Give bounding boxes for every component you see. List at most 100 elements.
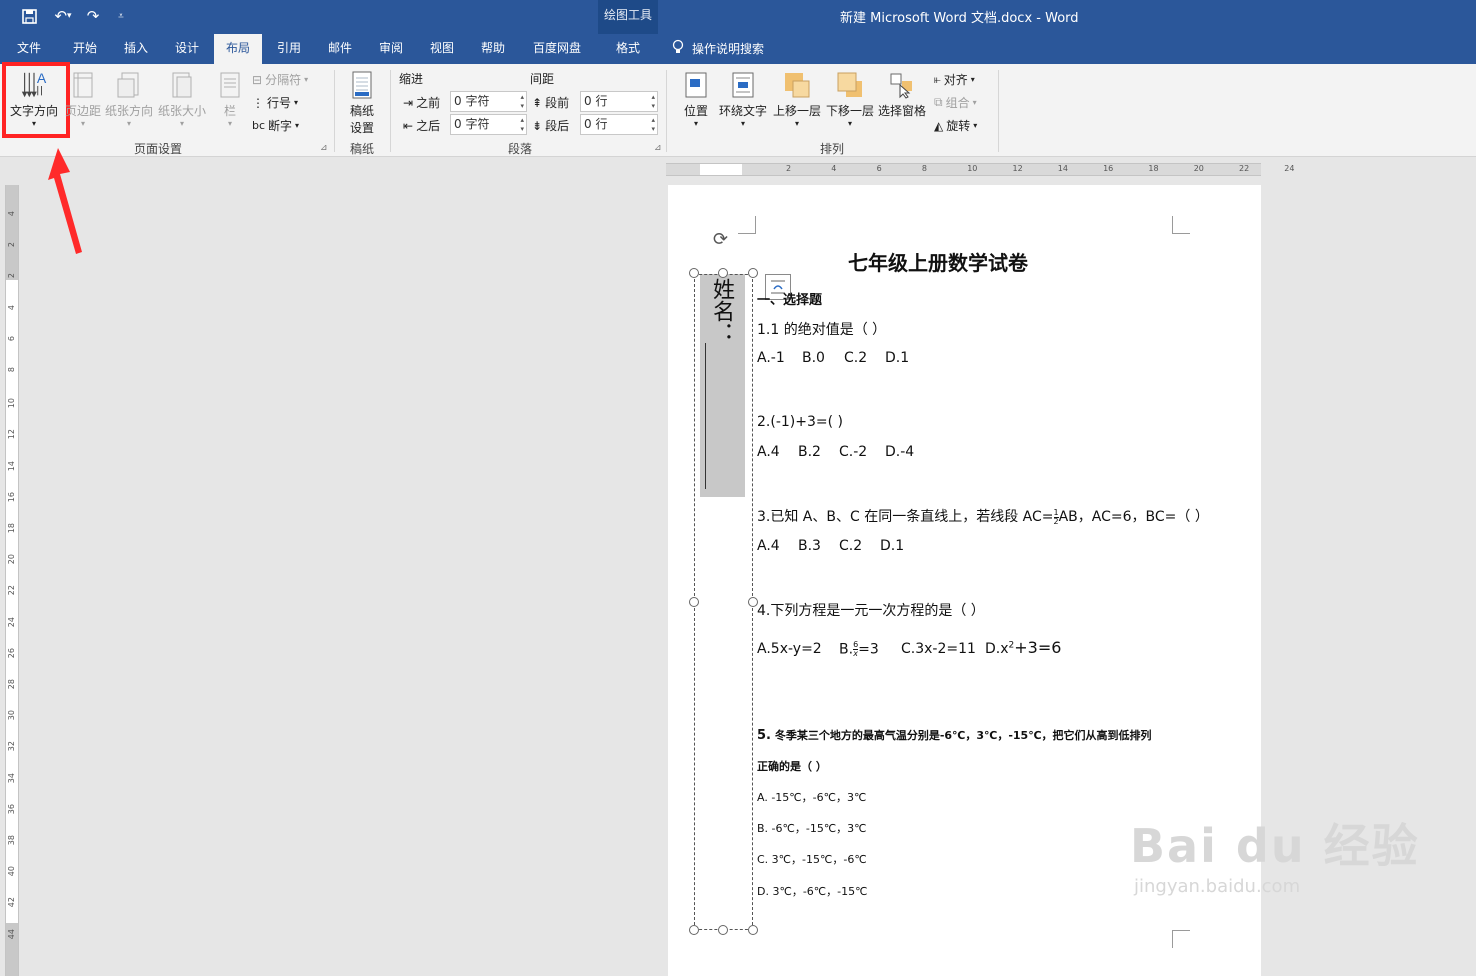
customize-qat-icon[interactable]: ⩡	[112, 6, 130, 26]
ruler-indent-area	[700, 164, 742, 175]
lightbulb-icon	[672, 39, 684, 58]
ruler-tick-label: 8	[7, 367, 16, 373]
breaks-button[interactable]: ⊟ 分隔符 ▾	[252, 71, 308, 88]
paragraph-group-label: 段落	[507, 142, 532, 156]
q3-option-b: B.3	[798, 538, 821, 554]
resize-handle[interactable]	[748, 268, 758, 278]
tab-insert[interactable]: 插入	[112, 34, 160, 64]
resize-handle[interactable]	[689, 597, 699, 607]
context-group-label: 绘图工具	[603, 8, 652, 22]
manuscript-label-line1: 稿纸	[349, 104, 374, 118]
group-button[interactable]: ⧉ 组合 ▾	[934, 94, 977, 111]
orientation-icon	[114, 68, 144, 102]
dialog-launcher-icon[interactable]: ⊿	[320, 143, 328, 153]
chevron-down-icon: ▾	[794, 119, 799, 128]
resize-handle[interactable]	[689, 268, 699, 278]
orientation-button[interactable]: 纸张方向 ▾	[104, 68, 154, 128]
hyphenation-label: 断字	[268, 119, 293, 133]
vertical-ruler[interactable]: 4 2 2 4 6 8 10 12 14 16 18 20 22 24 26 28 30 32 34 36 38 40 42…	[5, 185, 19, 976]
tab-baidu-netdisk[interactable]: 百度网盘	[522, 34, 592, 64]
resize-handle[interactable]	[718, 268, 728, 278]
indent-left-input[interactable]: 0 字符	[450, 91, 527, 112]
ruler-tick-label: 16	[7, 491, 16, 502]
chevron-down-icon: ▾	[693, 119, 698, 128]
breaks-icon: ⊟	[252, 72, 263, 87]
resize-handle[interactable]	[748, 925, 758, 935]
redo-icon[interactable]: ↷	[82, 6, 104, 26]
resize-handle[interactable]	[718, 925, 728, 935]
selection-pane-button[interactable]: 选择窗格	[876, 68, 928, 119]
save-icon[interactable]	[18, 6, 40, 26]
tab-home[interactable]: 开始	[60, 34, 110, 64]
undo-icon[interactable]: ↶ ▾	[48, 6, 78, 26]
line-numbers-button[interactable]: ⋮ 行号 ▾	[252, 94, 298, 111]
margin-corner-mark	[1172, 216, 1190, 234]
tab-references[interactable]: 引用	[264, 34, 314, 64]
ruler-tick-label: 2	[7, 273, 16, 279]
line-numbers-icon: ⋮	[252, 95, 264, 110]
document-title: 新建 Microsoft Word 文档.docx - Word	[840, 11, 1079, 26]
send-backward-label: 下移一层	[825, 104, 874, 118]
align-button[interactable]: ⫦ 对齐 ▾	[934, 71, 975, 88]
breaks-label: 分隔符	[265, 73, 302, 87]
q5-option-a: A. -15℃，-6℃，3℃	[757, 791, 867, 804]
rotate-handle-icon[interactable]: ⟳	[713, 229, 728, 250]
hyphenation-button[interactable]: bc 断字 ▾	[252, 117, 299, 134]
size-button[interactable]: 纸张大小 ▾	[156, 68, 208, 128]
tab-mailings[interactable]: 邮件	[316, 34, 364, 64]
q3-option-a: A.4	[757, 538, 780, 554]
indent-right-input[interactable]: 0 字符	[450, 114, 527, 135]
ruler-tick-label: 14	[1057, 164, 1068, 173]
resize-handle[interactable]	[689, 925, 699, 935]
rotate-button[interactable]: ◭ 旋转 ▾	[934, 117, 977, 134]
ruler-tick-label: 4	[7, 211, 16, 217]
columns-button[interactable]: 栏 ▾	[212, 68, 248, 128]
chevron-down-icon: ▾	[972, 98, 977, 107]
ruler-tick-label: 32	[7, 741, 16, 752]
send-backward-button[interactable]: 下移一层 ▾	[824, 68, 876, 128]
tab-review[interactable]: 审阅	[366, 34, 416, 64]
watermark-url: jingyan.baidu.com	[1134, 876, 1301, 897]
space-before-icon: ⇞	[532, 95, 543, 110]
position-button[interactable]: 位置 ▾	[678, 68, 714, 128]
manuscript-settings-button[interactable]: 稿纸 设置	[342, 68, 382, 136]
tab-layout[interactable]: 布局	[214, 34, 262, 64]
horizontal-ruler[interactable]: 2 4 6 8 10 12 14 16 18 20 22 24	[666, 163, 1294, 176]
space-after-input[interactable]: 0 行	[580, 114, 658, 135]
margins-button[interactable]: 页边距 ▾	[60, 68, 106, 128]
vertical-textbox[interactable]	[694, 274, 753, 930]
indent-right-icon: ⇤	[403, 118, 414, 133]
wrap-text-button[interactable]: 环绕文字 ▾	[716, 68, 770, 128]
textbox-name-label: 姓名：	[709, 278, 734, 344]
orientation-label: 纸张方向	[104, 104, 153, 118]
tab-help[interactable]: 帮助	[468, 34, 518, 64]
bring-forward-button[interactable]: 上移一层 ▾	[770, 68, 824, 128]
chevron-down-icon: ▾	[740, 119, 745, 128]
tab-file[interactable]: 文件	[6, 34, 52, 64]
tab-format[interactable]: 格式	[598, 34, 658, 64]
space-before-input[interactable]: 0 行	[580, 91, 658, 112]
chevron-down-icon: ▾	[126, 119, 131, 128]
tell-me-search[interactable]: 操作说明搜索	[672, 39, 764, 58]
red-arrow-annotation	[48, 148, 82, 254]
manuscript-label-line2: 设置	[349, 121, 374, 135]
chevron-down-icon: ▾	[294, 98, 299, 107]
ruler-tick-label: 18	[7, 523, 16, 534]
group-label: 组合	[945, 96, 970, 110]
space-before-label: ⇞ 段前	[532, 95, 570, 111]
q2-option-a: A.4	[757, 444, 780, 460]
indent-right-label: ⇤ 之后	[403, 118, 441, 134]
watermark: Bai du 经验 jingyan.baidu.com	[1130, 810, 1420, 897]
section-heading: 一、选择题	[757, 293, 823, 308]
chevron-down-icon: ▾	[973, 121, 978, 130]
dialog-launcher-icon[interactable]: ⊿	[654, 143, 662, 153]
position-icon	[681, 68, 711, 102]
space-after-label: ⇟ 段后	[532, 118, 570, 134]
ruler-tick-label: 12	[1012, 164, 1023, 173]
tab-view[interactable]: 视图	[418, 34, 466, 64]
group-separator	[334, 70, 335, 152]
question-5-line1: 5. 冬季某三个地方的最高气温分别是-6℃，3℃，-15℃，把它们从高到低排列	[757, 728, 1152, 743]
tab-design[interactable]: 设计	[162, 34, 212, 64]
selection-pane-icon	[887, 68, 917, 102]
chevron-down-icon: ▾	[80, 119, 85, 128]
